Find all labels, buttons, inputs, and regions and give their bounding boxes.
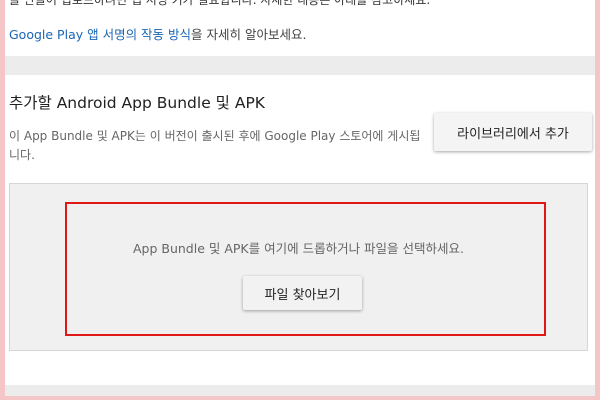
highlight-annotation [65, 202, 546, 336]
app-signing-card: 을 만들어 업로드하려면 앱 서명 키가 필요합니다. 자세한 내용은 아래를 … [5, 0, 595, 56]
section-title: 추가할 Android App Bundle 및 APK [9, 94, 265, 112]
add-from-library-button[interactable]: 라이브러리에서 추가 [434, 113, 592, 151]
browse-files-button[interactable]: 파일 찾아보기 [243, 276, 362, 310]
app-signing-link[interactable]: Google Play 앱 서명의 작동 방식 [9, 27, 191, 42]
dropzone-text: App Bundle 및 APK를 여기에 드롭하거나 파일을 선택하세요. [132, 241, 464, 256]
bundles-section: 추가할 Android App Bundle 및 APK 이 App Bundl… [5, 75, 595, 385]
learn-more-line: Google Play 앱 서명의 작동 방식을 자세히 알아보세요. [9, 24, 306, 43]
section-description: 이 App Bundle 및 APK는 이 버전이 출시된 후에 Google … [9, 129, 421, 162]
upload-dropzone[interactable]: App Bundle 및 APK를 여기에 드롭하거나 파일을 선택하세요. 파… [9, 183, 588, 351]
console-frame: 을 만들어 업로드하려면 앱 서명 키가 필요합니다. 자세한 내용은 아래를 … [5, 0, 595, 396]
learn-more-suffix: 을 자세히 알아보세요. [191, 27, 307, 42]
app-signing-text: 을 만들어 업로드하려면 앱 서명 키가 필요합니다. 자세한 내용은 아래를 … [9, 0, 431, 7]
